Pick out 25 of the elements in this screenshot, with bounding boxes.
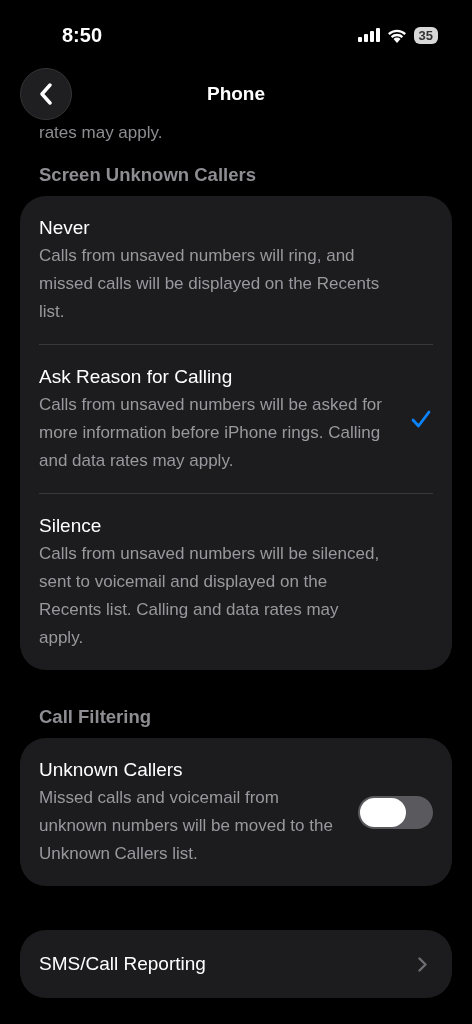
toggle-switch[interactable]	[358, 795, 433, 829]
option-row[interactable]: Never Calls from unsaved numbers will ring, and missed calls will be displayed on the Recents list.	[39, 196, 433, 344]
list-row[interactable]: SMS/Call Reporting	[20, 930, 452, 998]
back-icon	[39, 83, 53, 105]
chevron-icon	[418, 956, 427, 972]
option-description: Calls from unsaved numbers will ring, and missed calls will be displayed on the Recents list.	[39, 245, 381, 323]
section-header: Screen Unknown Callers	[38, 164, 257, 186]
option-description: Calls from unsaved numbers will be asked for more information before iPhone rings. Calling and data rates may apply.	[39, 394, 383, 472]
option-title: Silence	[39, 514, 103, 538]
option-row[interactable]: Ask Reason for Calling Calls from unsaved numbers will be asked for more information before iPhone rings. Calling and data rates may apply.	[39, 344, 433, 493]
intro-text: rates may apply.	[38, 122, 164, 144]
status-time: 8:50	[62, 23, 103, 47]
option-title: Ask Reason for Calling	[39, 365, 234, 389]
signal-icon	[357, 28, 380, 42]
setting-title: Unknown Callers	[39, 758, 184, 782]
option-title: Never	[39, 216, 91, 240]
wifi-icon	[386, 27, 407, 43]
page-title: Phone	[206, 83, 266, 105]
setting-description: Missed calls and voicemail from unknown numbers will be moved to the Unknown Callers list.	[39, 787, 334, 865]
battery-level: 35	[413, 26, 438, 44]
back-button[interactable]	[20, 68, 72, 120]
section-header: Call Filtering	[38, 706, 153, 728]
option-row[interactable]: Silence Calls from unsaved numbers will be silenced, sent to voicemail and displayed on the Recents list. Calling and data rates may apply.	[39, 493, 433, 670]
option-description: Calls from unsaved numbers will be silenced, sent to voicemail and displayed on the Recents list. Calling and data rates may apply.	[39, 543, 381, 649]
row-title: SMS/Call Reporting	[39, 952, 206, 976]
